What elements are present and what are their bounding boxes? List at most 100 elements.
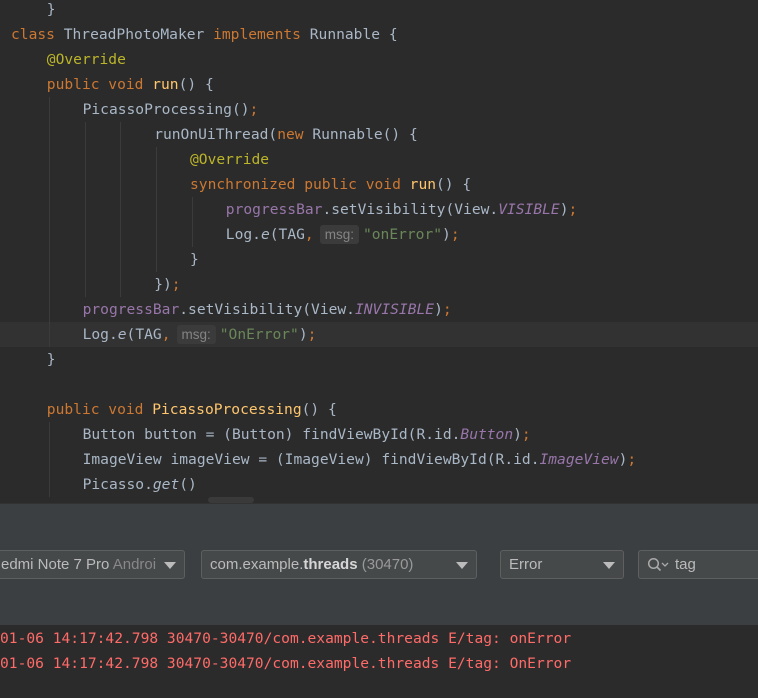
code-line[interactable] xyxy=(0,372,758,397)
code-token: .setVisibility(View. xyxy=(179,301,355,318)
indent-guide xyxy=(84,247,86,272)
code-line[interactable]: Button button = (Button) findViewById(R.… xyxy=(0,422,758,447)
code-line[interactable]: } xyxy=(0,347,758,372)
code-line[interactable]: @Override xyxy=(0,147,758,172)
code-token: "onError" xyxy=(362,226,443,243)
chevron-down-icon xyxy=(456,562,468,569)
code-token: , xyxy=(161,326,171,343)
indent-guide xyxy=(84,122,86,147)
indent-guide xyxy=(120,272,122,297)
code-text: public void PicassoProcessing() { xyxy=(47,397,337,422)
code-text: Button button = (Button) findViewById(R.… xyxy=(83,422,531,447)
code-token: ; xyxy=(442,301,452,318)
code-line[interactable]: progressBar.setVisibility(View.INVISIBLE… xyxy=(0,297,758,322)
code-line[interactable]: progressBar.setVisibility(View.VISIBLE); xyxy=(0,197,758,222)
code-token: progressBar xyxy=(225,201,323,218)
code-line[interactable]: }); xyxy=(0,272,758,297)
indent-guide xyxy=(48,272,50,297)
code-text: } xyxy=(47,347,56,372)
device-selector[interactable]: edmi Note 7 Pro Androi xyxy=(0,550,185,579)
process-selector-label: com.example.threads (30470) xyxy=(210,551,413,578)
code-line[interactable]: public void run() { xyxy=(0,72,758,97)
code-token: new xyxy=(277,126,313,143)
code-text: }); xyxy=(154,272,180,297)
indent-guide xyxy=(48,222,50,247)
code-line[interactable]: } xyxy=(0,247,758,272)
indent-guide xyxy=(48,247,50,272)
code-text: } xyxy=(190,247,199,272)
indent-guide xyxy=(120,222,122,247)
indent-guide xyxy=(156,172,158,197)
device-os-suffix: Androi xyxy=(112,556,157,573)
code-line[interactable]: Log.e(TAG, msg: "onError"); xyxy=(0,222,758,247)
indent-guide xyxy=(120,247,122,272)
code-token: Picasso. xyxy=(82,476,153,493)
code-line[interactable]: public void PicassoProcessing() { xyxy=(0,397,758,422)
code-text: progressBar.setVisibility(View.VISIBLE); xyxy=(226,197,578,222)
indent-guide xyxy=(156,147,158,172)
code-line[interactable]: synchronized public void run() { xyxy=(0,172,758,197)
code-text: Log.e(TAG, msg: "OnError"); xyxy=(83,322,317,347)
code-token: "OnError" xyxy=(219,326,299,343)
code-token: (TAG xyxy=(269,226,305,243)
code-token: ; xyxy=(521,426,531,443)
code-token: Log. xyxy=(225,226,261,243)
code-text: @Override xyxy=(47,47,126,72)
indent-guide xyxy=(120,172,122,197)
code-token: ) xyxy=(559,201,569,218)
parameter-hint: msg: xyxy=(319,225,359,244)
process-pid: (30470) xyxy=(357,556,414,573)
code-token: () xyxy=(179,476,197,493)
code-token: Runnable() { xyxy=(312,126,418,143)
code-token: ; xyxy=(249,101,259,118)
code-line[interactable]: Picasso.get() xyxy=(0,472,758,497)
search-icon[interactable] xyxy=(647,557,669,578)
code-text: } xyxy=(47,0,56,22)
indent-guide xyxy=(156,222,158,247)
code-token: implements xyxy=(213,26,310,43)
code-text: synchronized public void run() { xyxy=(190,172,471,197)
code-line[interactable]: class ThreadPhotoMaker implements Runnab… xyxy=(0,22,758,47)
logcat-search-box[interactable] xyxy=(638,550,758,579)
log-level-label: Error xyxy=(509,556,543,573)
indent-guide xyxy=(48,147,50,172)
code-text: class ThreadPhotoMaker implements Runnab… xyxy=(11,22,398,47)
code-line[interactable]: } xyxy=(0,0,758,22)
code-text: @Override xyxy=(190,147,269,172)
parameter-hint: msg: xyxy=(176,325,216,344)
indent-guide xyxy=(84,172,86,197)
code-token: () { xyxy=(178,76,214,93)
code-line[interactable]: Log.e(TAG, msg: "OnError"); xyxy=(0,322,758,347)
code-token: Button xyxy=(460,426,514,443)
code-token: public void xyxy=(46,76,153,93)
search-input[interactable] xyxy=(675,551,758,578)
code-line[interactable]: @Override xyxy=(0,47,758,72)
log-level-selector[interactable]: Error xyxy=(500,550,624,579)
process-selector[interactable]: com.example.threads (30470) xyxy=(201,550,477,579)
logcat-output[interactable]: 01-06 14:17:42.798 30470-30470/com.examp… xyxy=(0,625,758,698)
indent-guide xyxy=(192,222,193,247)
indent-guide xyxy=(48,297,50,322)
indent-guide xyxy=(156,247,158,272)
code-token: (TAG xyxy=(126,326,162,343)
code-token: } xyxy=(190,251,199,268)
code-line[interactable]: PicassoProcessing(); xyxy=(0,97,758,122)
code-line[interactable]: ImageView imageView = (ImageView) findVi… xyxy=(0,447,758,472)
code-text: PicassoProcessing(); xyxy=(83,97,259,122)
code-token: ; xyxy=(307,326,317,343)
indent-guide xyxy=(48,122,50,147)
code-line[interactable]: runOnUiThread(new Runnable() { xyxy=(0,122,758,147)
code-token: progressBar xyxy=(82,301,180,318)
logcat-header-bar xyxy=(0,503,758,546)
code-token: @Override xyxy=(190,151,270,168)
indent-guide xyxy=(48,197,50,222)
indent-guide xyxy=(48,172,50,197)
code-token: ; xyxy=(450,226,460,243)
indent-guide xyxy=(84,147,86,172)
code-token: runOnUiThread( xyxy=(154,126,278,143)
code-token: () { xyxy=(301,401,337,418)
indent-guide xyxy=(84,222,86,247)
code-token: ; xyxy=(627,451,637,468)
code-editor[interactable]: } class ThreadPhotoMaker implements Runna… xyxy=(0,0,758,503)
code-token: public void xyxy=(46,401,153,418)
